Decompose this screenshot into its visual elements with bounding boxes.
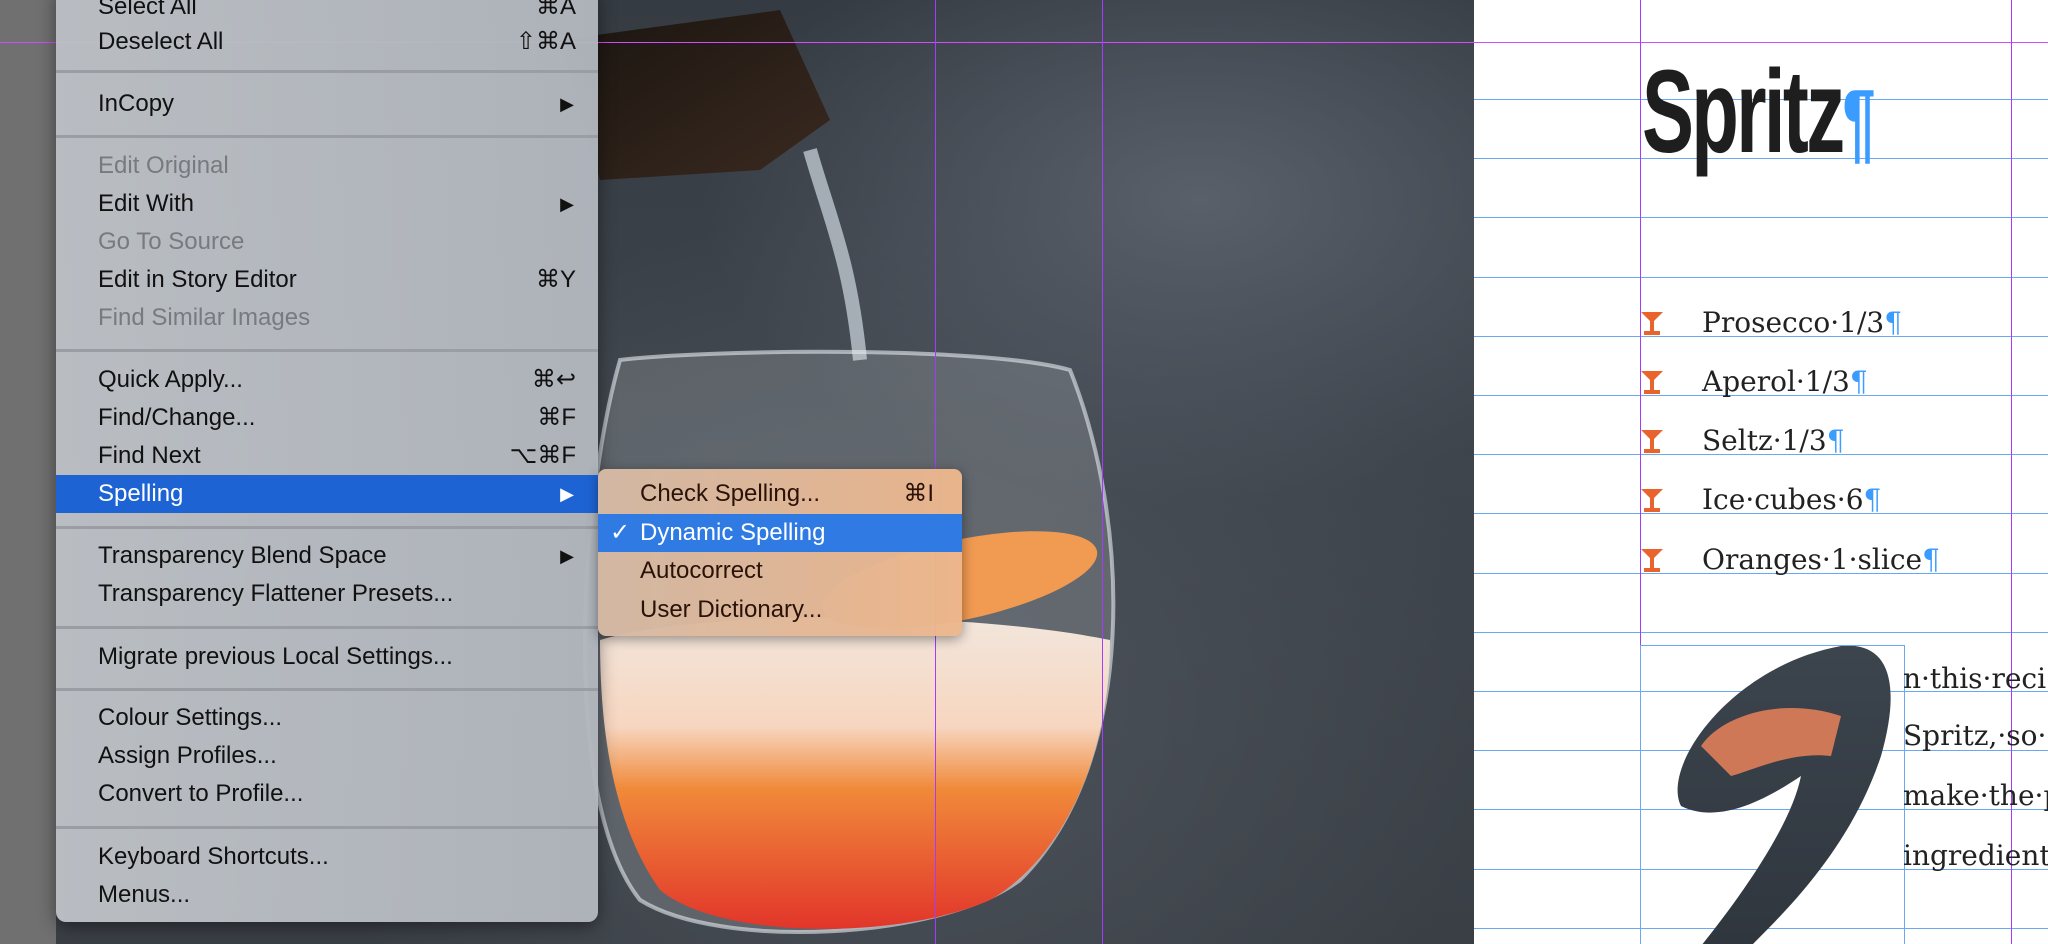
ingredient-text: Aperol·1/3¶ xyxy=(1702,365,1868,398)
shortcut-label: ⌘I xyxy=(903,480,934,507)
body-text-line[interactable]: Spritz,·so· xyxy=(1903,719,2046,752)
body-text-line[interactable]: ingredient xyxy=(1903,839,2048,872)
menu-item-go-to-source[interactable]: Go To Source xyxy=(56,223,598,261)
menu-item-edit-in-story-editor[interactable]: Edit in Story Editor ⌘Y xyxy=(56,261,598,299)
submenu-item-label: User Dictionary... xyxy=(640,595,823,623)
menu-item-label: Menus... xyxy=(98,881,191,908)
menu-item-keyboard-shortcuts[interactable]: Keyboard Shortcuts... xyxy=(56,838,598,876)
body-text-line[interactable]: n·this·reci xyxy=(1903,662,2046,695)
menu-item-label: Convert to Profile... xyxy=(98,780,304,807)
page-title[interactable]: Spritz¶ xyxy=(1642,52,1876,182)
body-text-line[interactable]: make·the·p xyxy=(1903,779,2048,812)
cocktail-glass-icon xyxy=(1641,549,1663,572)
cocktail-glass-icon xyxy=(1641,371,1663,394)
menu-item-incopy[interactable]: InCopy ▶ xyxy=(56,85,598,123)
menu-item-label: Migrate previous Local Settings... xyxy=(98,643,453,670)
menu-item-transparency-blend-space[interactable]: Transparency Blend Space ▶ xyxy=(56,537,598,575)
menu-separator xyxy=(56,626,598,629)
cocktail-glass-icon xyxy=(1641,312,1663,335)
shortcut-label: ⌘F xyxy=(537,404,576,431)
baseline-grid-line xyxy=(1474,276,2048,278)
menu-item-label: Find/Change... xyxy=(98,404,256,431)
pilcrow-mark: ¶ xyxy=(1922,543,1940,576)
menu-separator xyxy=(56,826,598,829)
shortcut-label: ⌥⌘F xyxy=(509,442,576,469)
pilcrow-mark: ¶ xyxy=(1884,306,1903,339)
menu-item-colour-settings[interactable]: Colour Settings... xyxy=(56,699,598,737)
pasteboard-edge xyxy=(0,0,56,944)
submenu-item-label: Check Spelling... xyxy=(640,480,821,507)
submenu-item-user-dictionary[interactable]: User Dictionary... xyxy=(598,591,962,629)
edit-menu: Select All ⌘A Deselect All ⇧⌘A InCopy ▶ Edit O… xyxy=(56,0,598,922)
menu-item-label: Transparency Flattener Presets... xyxy=(98,580,454,607)
baseline-grid-line xyxy=(1474,217,2048,219)
menu-separator xyxy=(56,135,598,138)
menu-item-label: Find Similar Images xyxy=(98,304,311,331)
menu-item-quick-apply[interactable]: Quick Apply... ⌘↩ xyxy=(56,361,598,399)
shortcut-label: ⇧⌘A xyxy=(515,28,576,55)
menu-item-label: InCopy xyxy=(98,90,175,117)
menu-item-label: Go To Source xyxy=(98,228,245,255)
menu-item-label: Assign Profiles... xyxy=(98,742,277,769)
menu-item-migrate-previous-local-settings[interactable]: Migrate previous Local Settings... xyxy=(56,638,598,676)
menu-item-label: Edit in Story Editor xyxy=(98,266,297,293)
baseline-grid-line xyxy=(1474,631,2048,633)
column-guide xyxy=(1102,0,1103,944)
menu-item-label: Spelling xyxy=(98,480,184,507)
shortcut-label: ⌘↩ xyxy=(531,366,576,393)
pilcrow-mark: ¶ xyxy=(1842,72,1876,172)
menu-separator xyxy=(56,526,598,529)
checkmark-icon: ✓ xyxy=(610,518,631,546)
menu-item-label: Transparency Blend Space xyxy=(98,542,387,569)
ingredient-text: Ice·cubes·6¶ xyxy=(1702,483,1882,516)
shortcut-label: ⌘Y xyxy=(535,266,576,293)
menu-item-find-change[interactable]: Find/Change... ⌘F xyxy=(56,399,598,437)
menu-separator xyxy=(56,349,598,352)
margin-guide xyxy=(1474,42,2048,43)
menu-item-label: Deselect All xyxy=(98,28,224,55)
menu-item-assign-profiles[interactable]: Assign Profiles... xyxy=(56,737,598,775)
menu-item-label: Keyboard Shortcuts... xyxy=(98,843,329,870)
menu-item-label: Quick Apply... xyxy=(98,366,243,393)
cocktail-glass-icon xyxy=(1641,430,1663,453)
submenu-item-autocorrect[interactable]: Autocorrect xyxy=(598,552,962,590)
spelling-submenu: Check Spelling... ⌘I ✓ Dynamic Spelling Auto… xyxy=(598,469,962,636)
pilcrow-mark: ¶ xyxy=(1826,424,1845,457)
menu-item-transparency-flattener-presets[interactable]: Transparency Flattener Presets... xyxy=(56,575,598,613)
menu-item-label: Colour Settings... xyxy=(98,704,283,731)
menu-item-menus[interactable]: Menus... xyxy=(56,876,598,914)
menu-separator xyxy=(56,688,598,691)
menu-item-edit-original[interactable]: Edit Original xyxy=(56,147,598,185)
drop-cap-image xyxy=(1677,645,1891,944)
ingredient-text: Seltz·1/3¶ xyxy=(1702,424,1845,457)
ingredient-text: Oranges·1·slice¶ xyxy=(1702,543,1940,576)
menu-item-find-next[interactable]: Find Next ⌥⌘F xyxy=(56,437,598,475)
menu-item-label: Edit With xyxy=(98,190,195,217)
submenu-item-check-spelling[interactable]: Check Spelling... ⌘I xyxy=(598,475,962,513)
submenu-item-label: Autocorrect xyxy=(640,557,763,584)
submenu-arrow-icon: ▶ xyxy=(560,484,574,504)
menu-separator xyxy=(56,70,598,73)
document-page[interactable]: Spritz¶ Prosecco·1/3¶ Aperol·1/3¶ Seltz·1/… xyxy=(1474,0,2048,944)
menu-item-spelling[interactable]: Spelling ▶ xyxy=(56,475,598,513)
drop-cap-frame[interactable] xyxy=(1640,645,1905,944)
menu-item-find-similar-images[interactable]: Find Similar Images xyxy=(56,299,598,337)
cocktail-glass-icon xyxy=(1641,489,1663,512)
submenu-arrow-icon: ▶ xyxy=(560,546,574,566)
submenu-item-dynamic-spelling[interactable]: ✓ Dynamic Spelling xyxy=(598,513,962,552)
menu-item-label: Edit Original xyxy=(98,152,229,179)
menu-item-convert-to-profile[interactable]: Convert to Profile... xyxy=(56,775,598,813)
submenu-item-label: Dynamic Spelling xyxy=(640,518,826,546)
ingredient-text: Prosecco·1/3¶ xyxy=(1702,306,1903,339)
menu-item-label: Find Next xyxy=(98,442,201,469)
pilcrow-mark: ¶ xyxy=(1849,365,1868,398)
pilcrow-mark: ¶ xyxy=(1863,483,1882,516)
menu-item-edit-with[interactable]: Edit With ▶ xyxy=(56,185,598,223)
submenu-arrow-icon: ▶ xyxy=(560,194,574,214)
title-text: Spritz xyxy=(1642,46,1845,178)
menu-item-deselect-all[interactable]: Deselect All ⇧⌘A xyxy=(56,23,598,61)
submenu-arrow-icon: ▶ xyxy=(560,94,574,114)
